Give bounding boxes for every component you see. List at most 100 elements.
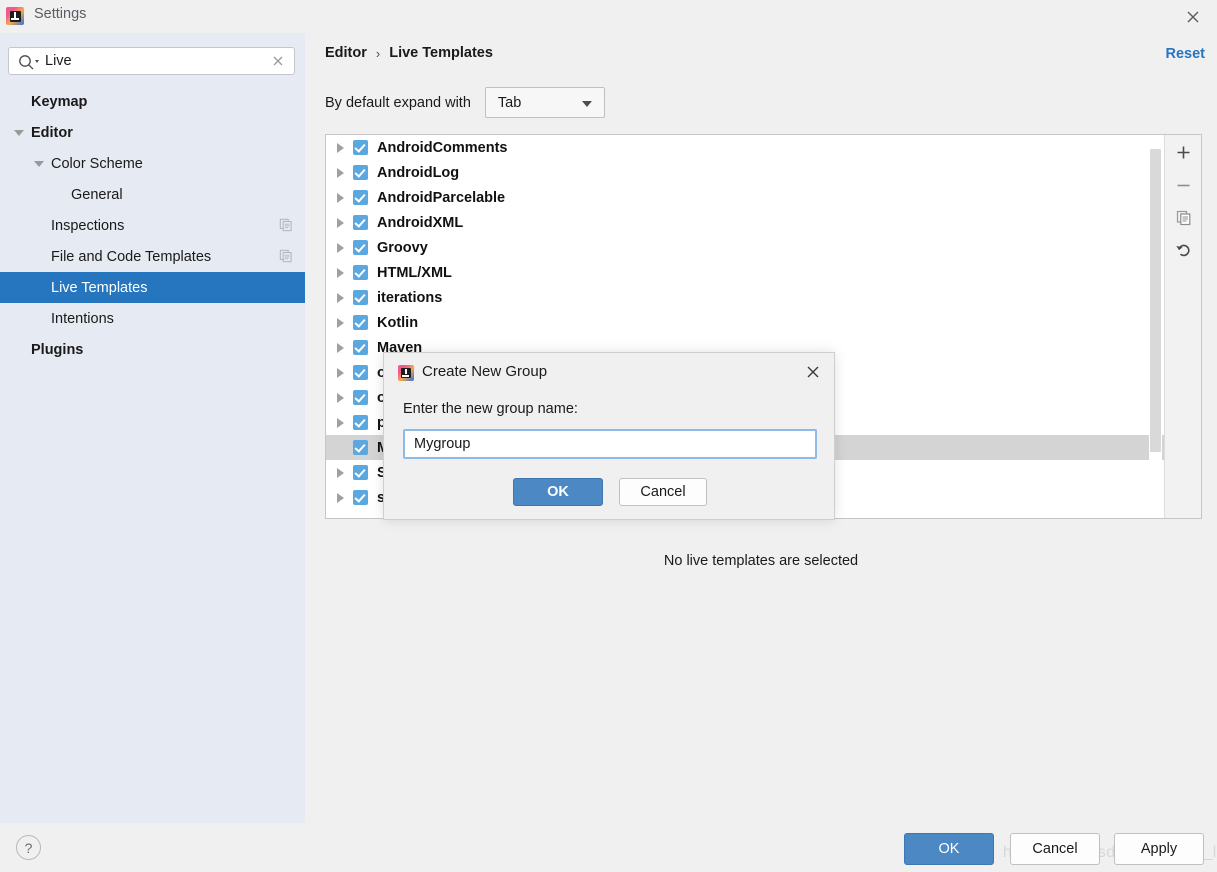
chevron-right-icon[interactable]	[337, 417, 344, 428]
sidebar-item-label: Plugins	[31, 341, 84, 358]
template-group-row[interactable]: AndroidComments	[326, 135, 1164, 160]
chevron-right-icon[interactable]	[337, 317, 344, 328]
chevron-right-icon[interactable]	[337, 392, 344, 403]
sidebar-item-editor[interactable]: Editor	[0, 117, 305, 148]
duplicate-icon[interactable]	[1172, 206, 1195, 229]
sidebar-item-label: Color Scheme	[51, 155, 143, 172]
group-checkbox[interactable]	[353, 165, 368, 180]
template-group-row[interactable]: Groovy	[326, 235, 1164, 260]
sidebar-item-label: Inspections	[51, 217, 125, 234]
group-checkbox[interactable]	[353, 140, 368, 155]
dialog-cancel-button[interactable]: Cancel	[619, 478, 707, 506]
sidebar-item-color-scheme[interactable]: Color Scheme	[0, 148, 305, 179]
expand-with-value: Tab	[497, 94, 522, 111]
twisty-placeholder	[337, 443, 344, 453]
group-checkbox[interactable]	[353, 365, 368, 380]
close-icon[interactable]	[1181, 5, 1205, 29]
sidebar-item-plugins[interactable]: Plugins	[0, 334, 305, 365]
expand-with-label: By default expand with	[325, 94, 471, 111]
chevron-down-icon[interactable]	[34, 160, 44, 167]
sidebar-item-inspections[interactable]: Inspections	[0, 210, 305, 241]
chevron-right-icon[interactable]	[337, 292, 344, 303]
chevron-right-icon[interactable]	[337, 467, 344, 478]
template-group-row[interactable]: iterations	[326, 285, 1164, 310]
template-group-row[interactable]: Kotlin	[326, 310, 1164, 335]
twisty-placeholder	[34, 223, 44, 229]
sidebar-item-file-and-code-templates[interactable]: File and Code Templates	[0, 241, 305, 272]
group-checkbox[interactable]	[353, 390, 368, 405]
template-group-label: HTML/XML	[377, 264, 452, 281]
list-scrollbar-thumb[interactable]	[1150, 149, 1161, 452]
sidebar-item-label: File and Code Templates	[51, 248, 212, 265]
group-checkbox[interactable]	[353, 340, 368, 355]
template-group-label: Groovy	[377, 239, 428, 256]
chevron-right-icon[interactable]	[337, 492, 344, 503]
breadcrumb-separator: ›	[375, 45, 381, 61]
chevron-right-icon[interactable]	[337, 217, 344, 228]
revert-icon[interactable]	[1172, 239, 1195, 262]
chevron-right-icon[interactable]	[337, 342, 344, 353]
group-checkbox[interactable]	[353, 215, 368, 230]
group-checkbox[interactable]	[353, 415, 368, 430]
template-group-label: AndroidLog	[377, 164, 460, 181]
chevron-down-icon[interactable]	[14, 129, 24, 136]
expand-with-row: By default expand with Tab	[325, 87, 605, 118]
remove-button[interactable]	[1172, 174, 1195, 197]
template-group-row[interactable]: AndroidLog	[326, 160, 1164, 185]
search-box[interactable]	[8, 47, 295, 75]
breadcrumb: Editor › Live Templates	[325, 45, 493, 61]
chevron-right-icon[interactable]	[337, 367, 344, 378]
settings-sidebar: Keymap Editor Color Scheme General Inspectio…	[0, 33, 305, 823]
sidebar-item-general[interactable]: General	[0, 179, 305, 210]
help-icon[interactable]: ?	[16, 835, 41, 860]
duplicate-icon[interactable]	[279, 249, 293, 263]
sidebar-item-label: Keymap	[31, 93, 88, 110]
twisty-placeholder	[14, 99, 24, 105]
chevron-right-icon[interactable]	[337, 167, 344, 178]
group-checkbox[interactable]	[353, 315, 368, 330]
group-checkbox[interactable]	[353, 240, 368, 255]
add-button[interactable]	[1172, 141, 1195, 164]
twisty-placeholder	[34, 254, 44, 260]
group-name-input[interactable]	[403, 429, 817, 459]
chevron-right-icon[interactable]	[337, 267, 344, 278]
ok-button[interactable]: OK	[904, 833, 994, 865]
group-checkbox[interactable]	[353, 465, 368, 480]
group-checkbox[interactable]	[353, 265, 368, 280]
group-checkbox[interactable]	[353, 190, 368, 205]
expand-with-select[interactable]: Tab	[484, 87, 605, 118]
reset-link[interactable]: Reset	[1166, 46, 1206, 62]
cancel-button[interactable]: Cancel	[1010, 833, 1100, 865]
window-title: Settings	[34, 6, 87, 22]
template-group-row[interactable]: AndroidParcelable	[326, 185, 1164, 210]
sidebar-item-keymap[interactable]: Keymap	[0, 86, 305, 117]
twisty-placeholder	[14, 347, 24, 353]
sidebar-item-label: Editor	[31, 124, 73, 141]
empty-state-message: No live templates are selected	[663, 553, 859, 569]
clear-icon[interactable]	[270, 53, 286, 69]
template-group-row[interactable]: AndroidXML	[326, 210, 1164, 235]
close-icon[interactable]	[804, 363, 822, 381]
dialog-prompt: Enter the new group name:	[403, 401, 578, 417]
group-checkbox[interactable]	[353, 290, 368, 305]
create-new-group-dialog: Create New Group Enter the new group nam…	[383, 352, 835, 520]
chevron-right-icon[interactable]	[337, 142, 344, 153]
apply-button[interactable]: Apply	[1114, 833, 1204, 865]
duplicate-icon[interactable]	[279, 218, 293, 232]
twisty-placeholder	[34, 285, 44, 291]
twisty-placeholder	[54, 192, 64, 198]
sidebar-item-live-templates[interactable]: Live Templates	[0, 272, 305, 303]
chevron-right-icon[interactable]	[337, 192, 344, 203]
group-checkbox[interactable]	[353, 440, 368, 455]
search-input[interactable]	[45, 48, 265, 74]
breadcrumb-parent[interactable]: Editor	[325, 45, 367, 61]
template-group-label: AndroidParcelable	[377, 189, 506, 206]
title-bar: Settings	[0, 0, 1217, 33]
chevron-right-icon[interactable]	[337, 242, 344, 253]
dialog-ok-button[interactable]: OK	[513, 478, 603, 506]
settings-tree: Keymap Editor Color Scheme General Inspectio…	[0, 86, 305, 365]
sidebar-item-label: Live Templates	[51, 279, 148, 296]
sidebar-item-intentions[interactable]: Intentions	[0, 303, 305, 334]
group-checkbox[interactable]	[353, 490, 368, 505]
template-group-row[interactable]: HTML/XML	[326, 260, 1164, 285]
